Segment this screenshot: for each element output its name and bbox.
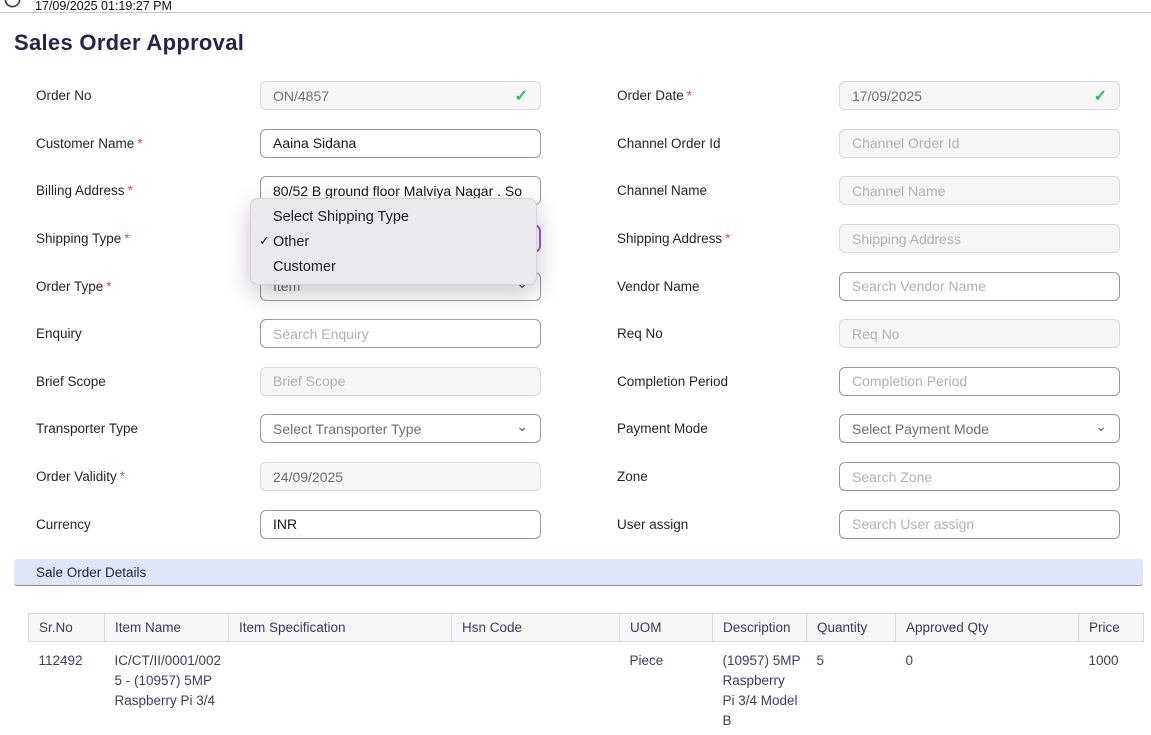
zone-label: Zone (541, 469, 839, 484)
col-header-quantity: Quantity (807, 614, 896, 642)
shipping-type-dropdown-menu: Select Shipping Type ✓ Other Customer (250, 198, 537, 285)
check-icon: ✓ (1094, 86, 1107, 106)
required-asterisk: * (124, 231, 129, 246)
completion-period-field[interactable]: Completion Period (839, 367, 1120, 396)
channel-name-field: Channel Name (839, 176, 1120, 205)
required-asterisk: * (120, 469, 125, 484)
top-status-bar: 17/09/2025 01:19:27 PM (0, 0, 1151, 13)
channel-order-id-label: Channel Order Id (541, 136, 839, 151)
shipping-address-label: Shipping Address* (541, 231, 839, 246)
order-validity-field: 24/09/2025 (260, 462, 541, 491)
required-asterisk: * (106, 279, 111, 294)
vendor-name-field[interactable]: Search Vendor Name (839, 272, 1120, 301)
customer-name-label: Customer Name* (36, 136, 260, 151)
user-assign-field[interactable]: Search User assign (839, 510, 1120, 539)
order-validity-label: Order Validity* (36, 469, 260, 484)
currency-field[interactable]: INR (260, 510, 541, 539)
menu-item-other[interactable]: ✓ Other (251, 229, 536, 254)
col-header-sr-no: Sr.No (29, 614, 105, 642)
required-asterisk: * (128, 183, 133, 198)
brief-scope-label: Brief Scope (36, 374, 260, 389)
cell-quantity: 5 (807, 642, 896, 735)
order-no-label: Order No (36, 88, 260, 103)
col-header-uom: UOM (620, 614, 713, 642)
chevron-down-icon: ⌄ (1095, 419, 1107, 433)
channel-name-label: Channel Name (541, 183, 839, 198)
chevron-down-icon: ⌄ (516, 419, 528, 433)
req-no-field: Req No (839, 319, 1120, 348)
cell-hsn-code (452, 642, 620, 735)
user-assign-label: User assign (541, 517, 839, 532)
billing-address-label: Billing Address* (36, 183, 260, 198)
check-icon: ✓ (259, 233, 270, 249)
currency-label: Currency (36, 517, 260, 532)
menu-item-customer[interactable]: Customer (251, 254, 536, 279)
col-header-item-specification: Item Specification (229, 614, 452, 642)
req-no-label: Req No (541, 326, 839, 341)
order-no-field: ON/4857 ✓ (260, 81, 541, 110)
sale-order-items-table: Sr.No Item Name Item Specification Hsn C… (28, 613, 1144, 735)
cell-sr-no: 112492 (29, 642, 105, 735)
zone-field[interactable]: Search Zone (839, 462, 1120, 491)
transporter-type-select[interactable]: Select Transporter Type ⌄ (260, 414, 541, 443)
brief-scope-field: Brief Scope (260, 367, 541, 396)
completion-period-label: Completion Period (541, 374, 839, 389)
customer-name-field[interactable]: Aaina Sidana (260, 129, 541, 158)
payment-mode-label: Payment Mode (541, 421, 839, 436)
table-header-row: Sr.No Item Name Item Specification Hsn C… (29, 614, 1144, 642)
order-date-label: Order Date* (541, 88, 839, 103)
sales-order-form: Order No ON/4857 ✓ Order Date* 17/09/202… (36, 72, 1120, 548)
col-header-description: Description (713, 614, 807, 642)
shipping-type-label: Shipping Type* (36, 231, 260, 246)
required-asterisk: * (725, 231, 730, 246)
table-row: 112492 IC/CT/II/0001/0025 - (10957) 5MP … (29, 642, 1144, 735)
order-type-label: Order Type* (36, 279, 260, 294)
col-header-approved-qty: Approved Qty (896, 614, 1079, 642)
menu-item-select-shipping-type[interactable]: Select Shipping Type (251, 204, 536, 229)
page-title: Sales Order Approval (14, 30, 244, 56)
check-icon: ✓ (515, 86, 528, 106)
required-asterisk: * (137, 136, 142, 151)
shipping-address-field: Shipping Address (839, 224, 1120, 253)
channel-order-id-field: Channel Order Id (839, 129, 1120, 158)
required-asterisk: * (687, 88, 692, 103)
order-date-field: 17/09/2025 ✓ (839, 81, 1120, 110)
col-header-item-name: Item Name (105, 614, 229, 642)
enquiry-label: Enquiry (36, 326, 260, 341)
col-header-price: Price (1079, 614, 1144, 642)
transporter-type-label: Transporter Type (36, 421, 260, 436)
payment-mode-select[interactable]: Select Payment Mode ⌄ (839, 414, 1120, 443)
cell-description: (10957) 5MP Raspberry Pi 3/4 Model B (713, 642, 807, 735)
refresh-icon[interactable] (3, 0, 22, 9)
col-header-hsn-code: Hsn Code (452, 614, 620, 642)
vendor-name-label: Vendor Name (541, 279, 839, 294)
cell-price: 1000 (1079, 642, 1144, 735)
sale-order-details-header: Sale Order Details (14, 559, 1143, 586)
cell-uom: Piece (620, 642, 713, 735)
cell-item-name: IC/CT/II/0001/0025 - (10957) 5MP Raspber… (105, 642, 229, 735)
cell-approved-qty: 0 (896, 642, 1079, 735)
cell-item-specification (229, 642, 452, 735)
timestamp: 17/09/2025 01:19:27 PM (35, 0, 172, 13)
enquiry-field[interactable]: Search Enquiry (260, 319, 541, 348)
